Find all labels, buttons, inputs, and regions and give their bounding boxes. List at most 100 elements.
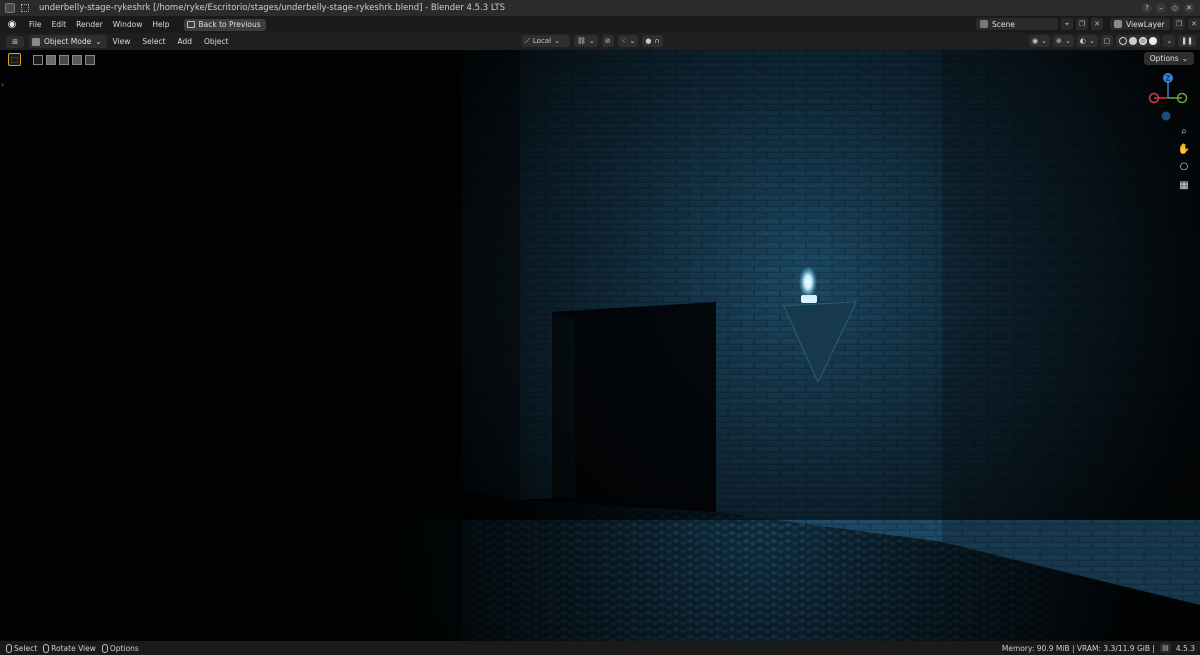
menu-select[interactable]: Select [136, 37, 171, 46]
overlay-icon: ◐ [1079, 37, 1086, 45]
neg-z-axis-handle[interactable] [1161, 111, 1171, 121]
new-scene-icon[interactable]: ❐ [1076, 18, 1088, 30]
screen-icon [187, 21, 196, 28]
chevron-down-icon: ⌄ [554, 37, 560, 45]
blender-logo-icon[interactable]: ◉ [6, 19, 18, 31]
shading-modes [1116, 35, 1161, 47]
memory-stats: Memory: 90.9 MiB | VRAM: 3.3/11.9 GiB | [1001, 643, 1155, 653]
gizmo-toggle[interactable]: ⊕ ⌄ [1053, 35, 1074, 47]
shading-options-dropdown[interactable]: ⌄ [1163, 35, 1176, 47]
toolbar-expand-arrow-icon[interactable]: › [1, 80, 4, 89]
viewlayer-selector[interactable]: ViewLayer [1110, 18, 1170, 30]
snap-icon: ⊘ [604, 37, 611, 45]
navigation-gizmo[interactable]: Z [1142, 72, 1194, 124]
mouse-right-icon [101, 643, 108, 653]
window-title: underbelly-stage-rykeshrk [/home/ryke/Es… [39, 3, 506, 13]
pin-scene-icon[interactable]: ⌖ [1061, 18, 1073, 30]
menu-add[interactable]: Add [172, 37, 199, 46]
eye-icon: ◉ [1032, 37, 1039, 45]
menu-file[interactable]: File [24, 20, 47, 29]
menu-window[interactable]: Window [108, 20, 148, 29]
close-button[interactable]: ✕ [1184, 3, 1194, 13]
pivot-point-dropdown[interactable]: ⛓ ⌄ [574, 35, 598, 47]
scene-selector[interactable]: Scene [976, 18, 1058, 30]
object-mode-dropdown[interactable]: Object Mode ⌄ [29, 35, 107, 48]
gizmo-icon: ⊕ [1056, 37, 1062, 45]
rendered-scene [0, 50, 1200, 641]
solid-shading-icon[interactable] [1129, 37, 1138, 45]
mouse-middle-icon [43, 643, 50, 653]
delete-viewlayer-icon[interactable]: ✕ [1188, 18, 1200, 30]
select-mode-extend-icon[interactable] [46, 54, 56, 65]
menu-help[interactable]: Help [147, 20, 174, 29]
grid-snap-icon: ⁙ [620, 37, 627, 45]
overlay-toggle[interactable]: ◐ ⌄ [1076, 35, 1098, 47]
hint-label: Select [14, 643, 38, 653]
select-mode-subtract-icon[interactable] [59, 54, 69, 65]
help-window-button[interactable]: ? [1142, 3, 1152, 13]
snap-target-dropdown[interactable]: ⁙ ⌄ [617, 35, 639, 47]
select-mode-invert-icon[interactable] [72, 54, 82, 65]
xray-toggle[interactable]: ▢ [1100, 35, 1114, 47]
hint-label: Options [109, 643, 139, 653]
hint-label: Rotate View [51, 643, 96, 653]
status-hint-rotate: Rotate View [43, 643, 96, 653]
editor-type-icon[interactable]: ⊞ [6, 35, 24, 48]
3d-viewport[interactable]: ⬚ › Options ⌄ Z ⌕ ✋ ⎔ ▦ [0, 50, 1200, 641]
menu-view[interactable]: View [107, 37, 137, 46]
pin-icon[interactable] [21, 4, 29, 12]
status-hint-options: Options [101, 643, 139, 653]
zoom-icon[interactable]: ⌕ [1177, 125, 1191, 139]
z-axis-label: Z [1166, 75, 1171, 83]
viewlayer-icon [1114, 20, 1122, 28]
window-titlebar: underbelly-stage-rykeshrk [/home/ryke/Es… [0, 0, 1200, 16]
status-bar: Select Rotate View Options Memory: 90.9 … [0, 641, 1200, 655]
menu-object[interactable]: Object [198, 37, 234, 46]
transform-orientation-dropdown[interactable]: ⟋ Local ⌄ [522, 35, 570, 47]
statusbar-settings-icon[interactable]: ▤ [1159, 643, 1171, 653]
back-to-previous-label: Back to Previous [198, 20, 261, 29]
viewport-header: ⊞ Object Mode ⌄ View Select Add Object ⟋… [0, 33, 1200, 50]
viewlayer-name: ViewLayer [1126, 19, 1165, 29]
transform-orientation-label: Local [532, 37, 552, 45]
scene-icon [980, 20, 988, 28]
proportional-edit-toggle[interactable]: ● ∩ [642, 35, 663, 47]
viewport-tool-row: ⬚ [8, 53, 95, 66]
wireframe-shading-icon[interactable] [1119, 37, 1128, 45]
chevron-down-icon: ⌄ [95, 37, 102, 46]
minimize-button[interactable]: – [1156, 3, 1166, 13]
menu-render[interactable]: Render [71, 20, 108, 29]
mouse-left-icon [6, 643, 12, 653]
pan-hand-icon[interactable]: ✋ [1177, 143, 1191, 157]
rendered-shading-icon[interactable] [1149, 37, 1158, 45]
status-hint-select: Select [6, 643, 38, 653]
new-viewlayer-icon[interactable]: ❐ [1173, 18, 1185, 30]
orientation-icon: ⟋ [525, 36, 530, 45]
select-mode-new-icon[interactable] [33, 54, 43, 65]
pause-render-icon[interactable]: ❚❚ [1178, 35, 1196, 47]
perspective-toggle-icon[interactable]: ▦ [1177, 179, 1191, 193]
top-menubar: ◉ File Edit Render Window Help Back to P… [0, 16, 1200, 33]
delete-scene-icon[interactable]: ✕ [1091, 18, 1103, 30]
back-to-previous-button[interactable]: Back to Previous [184, 18, 266, 31]
camera-view-icon[interactable]: ⎔ [1177, 161, 1191, 175]
menu-edit[interactable]: Edit [47, 20, 72, 29]
select-box-tool-icon[interactable]: ⬚ [8, 53, 21, 66]
proportional-edit-icon: ● [645, 37, 652, 45]
scene-name: Scene [992, 19, 1015, 29]
visibility-dropdown[interactable]: ◉ ⌄ [1029, 35, 1051, 47]
maximize-button[interactable]: ◇ [1170, 3, 1180, 13]
xray-icon: ▢ [1103, 37, 1111, 45]
material-preview-icon[interactable] [1139, 37, 1148, 45]
select-mode-intersect-icon[interactable] [85, 54, 95, 65]
options-dropdown[interactable]: Options ⌄ [1143, 52, 1194, 65]
snap-toggle[interactable]: ⊘ [601, 35, 614, 47]
app-icon [5, 3, 15, 13]
falloff-icon: ∩ [654, 37, 660, 45]
object-mode-label: Object Mode [44, 37, 92, 46]
object-mode-icon [32, 37, 40, 46]
link-icon: ⛓ [577, 37, 586, 45]
chevron-down-icon: ⌄ [1181, 54, 1188, 63]
version-label: 4.5.3 [1175, 643, 1195, 653]
options-label: Options [1149, 54, 1179, 63]
